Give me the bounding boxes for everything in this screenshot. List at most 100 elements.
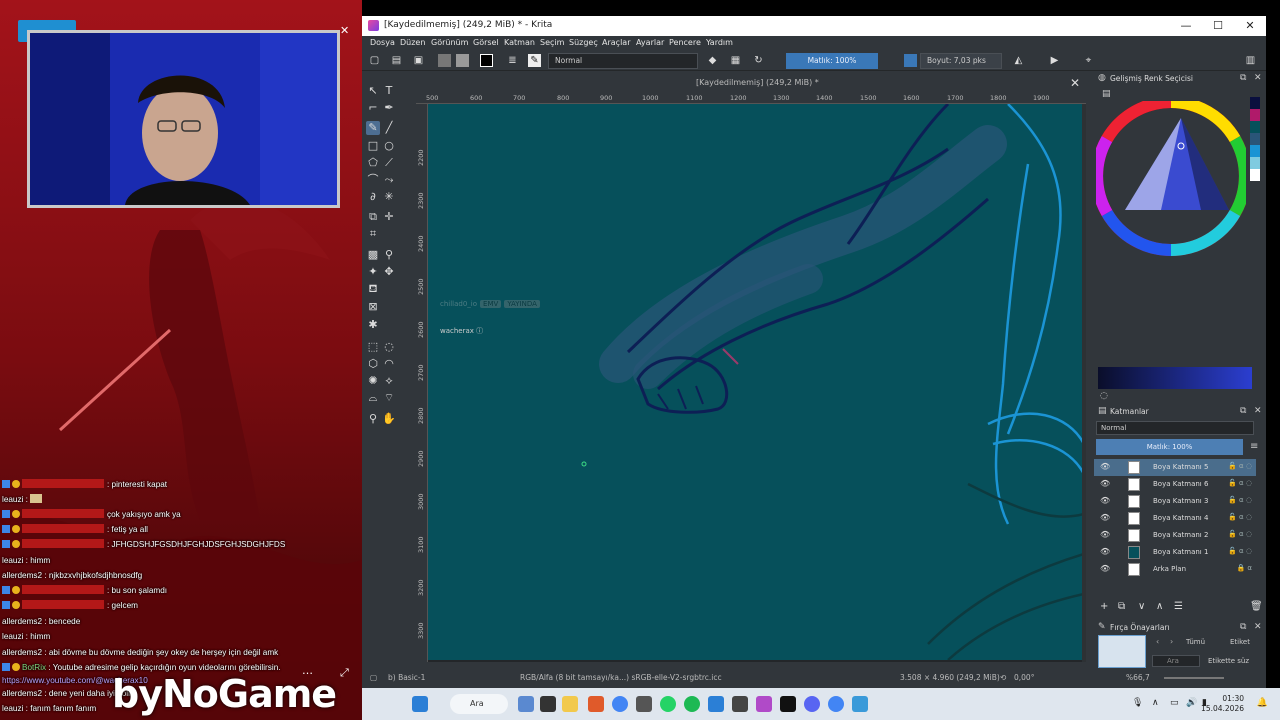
assistant-icon[interactable]: ✥ xyxy=(382,265,396,279)
menu-katman[interactable]: Katman xyxy=(504,38,535,47)
windows-start-icon[interactable] xyxy=(412,696,428,712)
color-picker-icon[interactable]: ⚲ xyxy=(382,248,396,262)
brush-tag-button[interactable]: Etiket xyxy=(1230,638,1250,646)
close-button[interactable]: ✕ xyxy=(1242,19,1258,32)
smart-patch-icon[interactable]: ✦ xyxy=(366,265,380,279)
eye-icon[interactable]: 👁 xyxy=(1100,479,1110,488)
freehand-select-icon[interactable]: ◠ xyxy=(382,357,396,371)
rotate-icon[interactable]: ⟲ xyxy=(1000,673,1006,682)
nav-left-icon[interactable]: ‹ xyxy=(1156,637,1159,646)
menu-pencere[interactable]: Pencere xyxy=(669,38,701,47)
multibrush-icon[interactable]: ✳ xyxy=(382,190,396,204)
zoom-tool-icon[interactable]: ⚲ xyxy=(366,412,380,426)
move-up-icon[interactable]: ∧ xyxy=(1156,601,1163,612)
layer-flags-icon[interactable]: 🔓 α ◌ xyxy=(1228,479,1252,487)
mirror-vertical-icon[interactable]: ▶ xyxy=(1048,54,1061,67)
brush-search-input[interactable]: Ara xyxy=(1152,655,1200,667)
workspace-icon[interactable]: ▥ xyxy=(1244,54,1257,67)
whatsapp-icon[interactable] xyxy=(660,696,676,712)
eye-icon[interactable]: 👁 xyxy=(1100,530,1110,539)
layer-row[interactable]: 👁 Boya Katmanı 5 🔓 α ◌ xyxy=(1094,459,1256,476)
menu-yardim[interactable]: Yardım xyxy=(706,38,733,47)
obs-icon[interactable] xyxy=(780,696,796,712)
eye-icon[interactable]: 👁 xyxy=(1100,564,1110,573)
document-tab[interactable]: [Kaydedilmemiş] (249,2 MiB) * ✕ xyxy=(416,74,1086,92)
transform-tool-icon[interactable]: ⧉ xyxy=(366,210,380,224)
layer-row[interactable]: 👁 Boya Katmanı 3 🔓 α ◌ xyxy=(1094,493,1256,510)
color-history-strip[interactable] xyxy=(1250,97,1260,217)
layer-flags-icon[interactable]: 🔓 α ◌ xyxy=(1228,547,1252,555)
alpha-lock-icon[interactable]: ▦ xyxy=(729,54,742,67)
rectangle-tool-icon[interactable]: □ xyxy=(366,139,380,153)
calligraphy-icon[interactable]: ✒ xyxy=(382,101,396,115)
polyline-tool-icon[interactable]: ⟋ xyxy=(382,156,396,170)
move-down-icon[interactable]: ∨ xyxy=(1138,601,1145,612)
save-file-icon[interactable]: ▣ xyxy=(412,54,425,67)
shade-selector[interactable] xyxy=(1098,367,1252,389)
widgets-icon[interactable] xyxy=(518,696,534,712)
move-tool-icon[interactable]: ✛ xyxy=(382,210,396,224)
zoom-slider[interactable] xyxy=(1164,677,1224,679)
vertical-scrollbar[interactable] xyxy=(1082,104,1086,662)
close-icon[interactable]: ✕ xyxy=(1254,73,1262,83)
gradient-icon[interactable] xyxy=(438,54,451,67)
spotify-icon[interactable] xyxy=(684,696,700,712)
nav-right-icon[interactable]: › xyxy=(1170,637,1173,646)
polygon-select-icon[interactable]: ⬡ xyxy=(366,357,380,371)
add-layer-icon[interactable]: + xyxy=(1100,601,1108,612)
reload-icon[interactable]: ↻ xyxy=(752,54,765,67)
menu-araclar[interactable]: Araçlar xyxy=(602,38,630,47)
color-swatch-icon[interactable] xyxy=(480,54,493,67)
freehand-path-icon[interactable]: ⤳ xyxy=(382,173,396,187)
brush-filter-select[interactable]: Tümü xyxy=(1186,638,1205,646)
delete-layer-icon[interactable]: 🗑 xyxy=(1250,601,1263,612)
reference-tool-icon[interactable]: ✱ xyxy=(366,318,380,332)
brush-preset-icon[interactable]: ✎ xyxy=(528,54,541,67)
maximize-button[interactable]: ☐ xyxy=(1210,19,1226,32)
layer-properties-icon[interactable]: ☰ xyxy=(1174,601,1183,612)
task-view-icon[interactable] xyxy=(540,696,556,712)
settings-icon[interactable]: ▤ xyxy=(1102,89,1111,99)
bezier-tool-icon[interactable]: ⌒ xyxy=(366,173,380,187)
line-tool-icon[interactable]: ╱ xyxy=(382,121,396,135)
layer-flags-icon[interactable]: 🔓 α ◌ xyxy=(1228,462,1252,470)
volume-icon[interactable]: 🔊 xyxy=(1186,698,1197,708)
layer-row[interactable]: 👁 Boya Katmanı 6 🔓 α ◌ xyxy=(1094,476,1256,493)
magnetic-select-icon[interactable]: ⌔ xyxy=(382,391,396,405)
menu-duzen[interactable]: Düzen xyxy=(400,38,425,47)
opacity-slider[interactable]: Matlık: 100% xyxy=(786,53,878,69)
close-icon[interactable]: ✕ xyxy=(1070,76,1080,90)
float-icon[interactable]: ⧉ xyxy=(1240,406,1246,416)
menu-gorunum[interactable]: Görünüm xyxy=(431,38,468,47)
contiguous-select-icon[interactable]: ✺ xyxy=(366,374,380,388)
ellipse-select-icon[interactable]: ◌ xyxy=(382,340,396,354)
polygon-tool-icon[interactable]: ⬠ xyxy=(366,156,380,170)
menu-ayarlar[interactable]: Ayarlar xyxy=(636,38,664,47)
menu-secim[interactable]: Seçim xyxy=(540,38,564,47)
rect-select-icon[interactable]: ⬚ xyxy=(366,340,380,354)
calendar-icon[interactable] xyxy=(732,696,748,712)
edit-shape-icon[interactable]: ⌐ xyxy=(366,101,380,115)
layer-row[interactable]: 👁 Boya Katmanı 2 🔓 α ◌ xyxy=(1094,527,1256,544)
menu-suzgec[interactable]: Süzgeç xyxy=(569,38,598,47)
app-icon[interactable] xyxy=(636,696,652,712)
dynamic-brush-icon[interactable]: ∂ xyxy=(366,190,380,204)
photos-icon[interactable] xyxy=(852,696,868,712)
layer-blend-select[interactable]: Normal xyxy=(1096,421,1254,435)
wrap-icon[interactable]: ⌖ xyxy=(1082,54,1095,67)
crop-tool-icon[interactable]: ⌗ xyxy=(366,227,380,241)
eye-icon[interactable]: 👁 xyxy=(1100,513,1110,522)
tag-filter-checkbox[interactable]: Etikette süz xyxy=(1208,657,1249,665)
lock-icon[interactable]: 🔒 α xyxy=(1236,564,1252,572)
brush-settings-icon[interactable]: ≣ xyxy=(506,54,519,67)
notification-icon[interactable]: 🔔 xyxy=(1257,698,1268,708)
eye-icon[interactable]: 👁 xyxy=(1100,496,1110,505)
chrome-profile-icon[interactable] xyxy=(828,696,844,712)
gradient-tool-icon[interactable]: ▩ xyxy=(366,248,380,262)
float-icon[interactable]: ⧉ xyxy=(1240,622,1246,632)
discord-icon[interactable] xyxy=(804,696,820,712)
menu-dosya[interactable]: Dosya xyxy=(370,38,395,47)
file-explorer-icon[interactable] xyxy=(562,696,578,712)
blend-mode-select[interactable]: Normal xyxy=(548,53,698,69)
eye-icon[interactable]: 👁 xyxy=(1100,462,1110,471)
